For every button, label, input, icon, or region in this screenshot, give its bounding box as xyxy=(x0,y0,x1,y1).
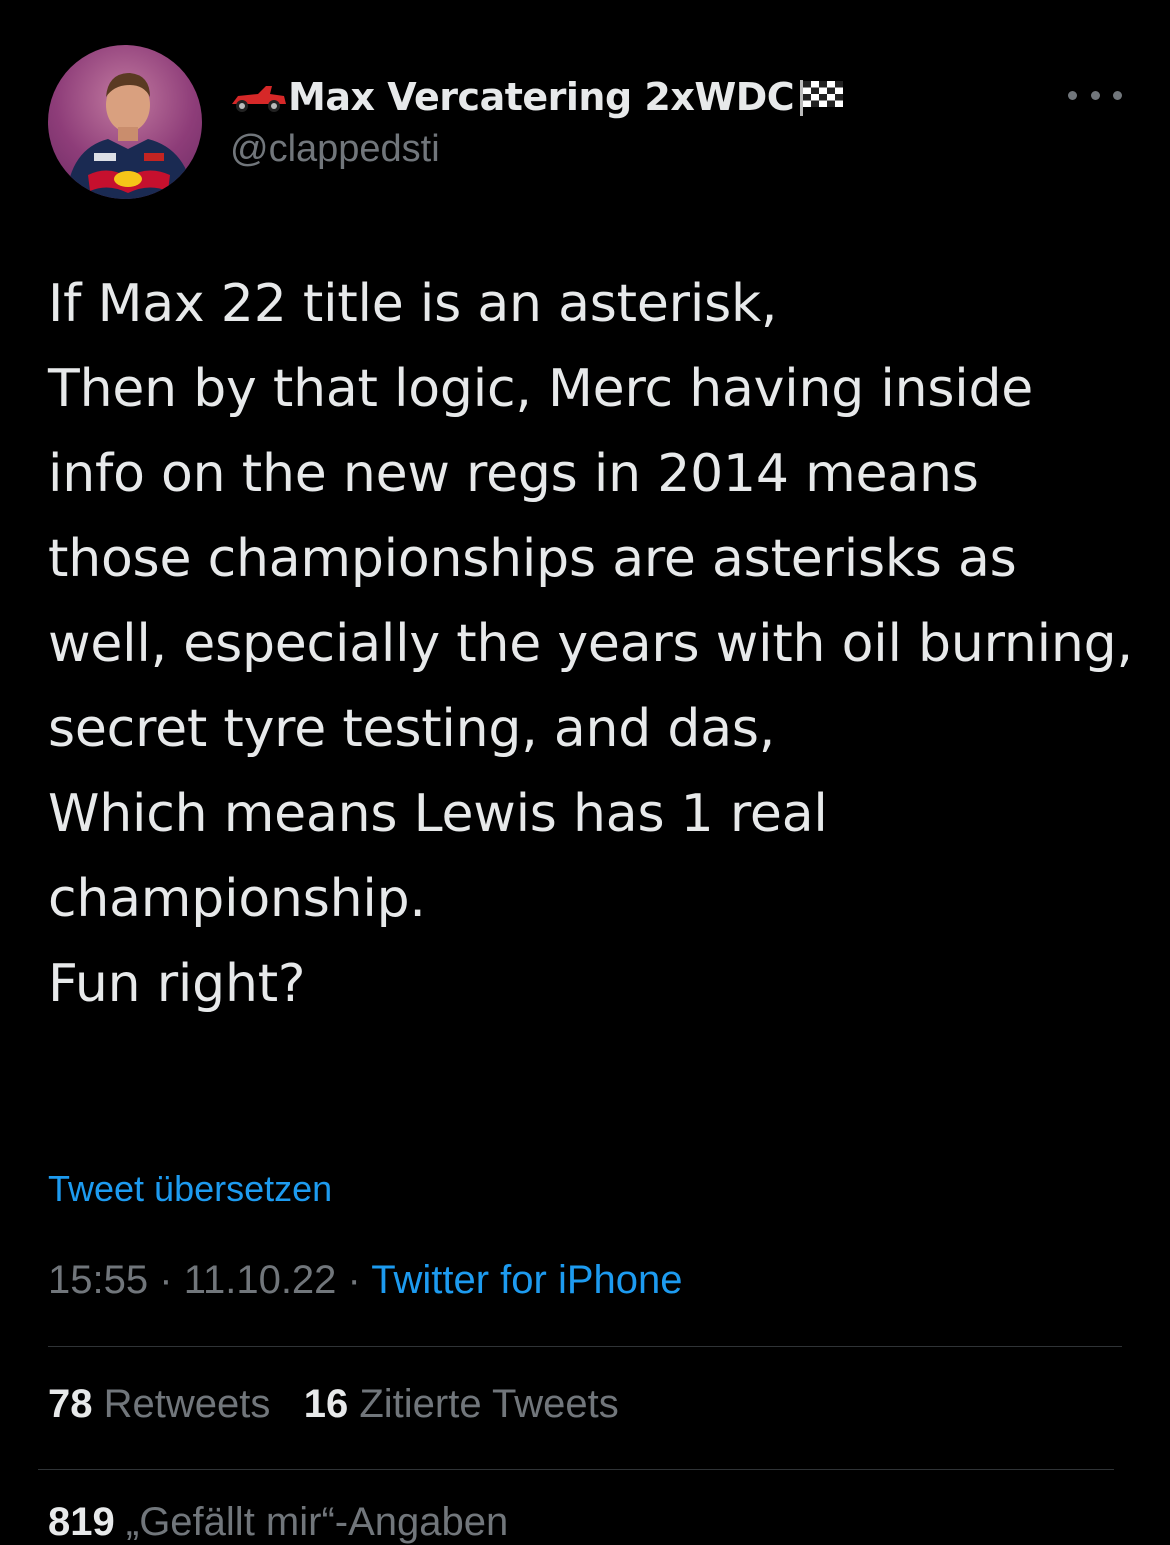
divider xyxy=(38,1469,1114,1470)
quotes-label: Zitierte Tweets xyxy=(359,1382,619,1426)
more-options-button[interactable] xyxy=(1068,80,1122,110)
display-name: Max Vercatering 2xWDC xyxy=(288,75,795,119)
more-dot-icon xyxy=(1113,90,1122,100)
tweet-paragraph: Fun right? xyxy=(48,954,306,1014)
race-car-icon xyxy=(232,86,286,112)
engagement-stats: 78 Retweets 16 Zitierte Tweets xyxy=(48,1382,619,1427)
author-handle[interactable]: @clappedsti xyxy=(230,128,440,171)
likes-stat[interactable]: 819 „Gefällt mir“-Angaben xyxy=(48,1500,508,1545)
author-name-row[interactable]: Max Vercatering 2xWDC xyxy=(228,72,844,122)
tweet-metadata: 15:55 · 11.10.22 · Twitter for iPhone xyxy=(48,1258,683,1303)
checkered-flag-icon xyxy=(800,80,844,116)
quotes-stat[interactable]: 16 Zitierte Tweets xyxy=(304,1382,619,1426)
more-dot-icon xyxy=(1068,90,1077,100)
likes-label: „Gefällt mir“-Angaben xyxy=(125,1500,509,1544)
more-dot-icon xyxy=(1090,90,1100,100)
retweets-count: 78 xyxy=(48,1382,93,1426)
translate-tweet-link[interactable]: Tweet übersetzen xyxy=(48,1168,332,1210)
quotes-count: 16 xyxy=(303,1382,349,1426)
retweets-label: Retweets xyxy=(103,1382,271,1426)
likes-count: 819 xyxy=(48,1500,115,1544)
tweet-source-link[interactable]: Twitter for iPhone xyxy=(371,1258,682,1302)
retweets-stat[interactable]: 78 Retweets xyxy=(48,1382,270,1426)
tweet-date: 11.10.22 xyxy=(183,1258,337,1302)
tweet-paragraph: Then by that logic, Merc having inside i… xyxy=(48,359,1133,759)
tweet-text: If Max 22 title is an asterisk, Then by … xyxy=(48,262,1138,1027)
tweet-time: 15:55 xyxy=(48,1258,149,1302)
tweet-paragraph: Which means Lewis has 1 real championshi… xyxy=(48,784,828,929)
divider xyxy=(48,1346,1122,1347)
profile-photo-icon xyxy=(66,73,194,199)
tweet-paragraph: If Max 22 title is an asterisk, xyxy=(48,274,778,334)
meta-separator: · xyxy=(347,1258,361,1302)
profile-avatar[interactable] xyxy=(48,45,202,199)
meta-separator: · xyxy=(159,1258,173,1302)
